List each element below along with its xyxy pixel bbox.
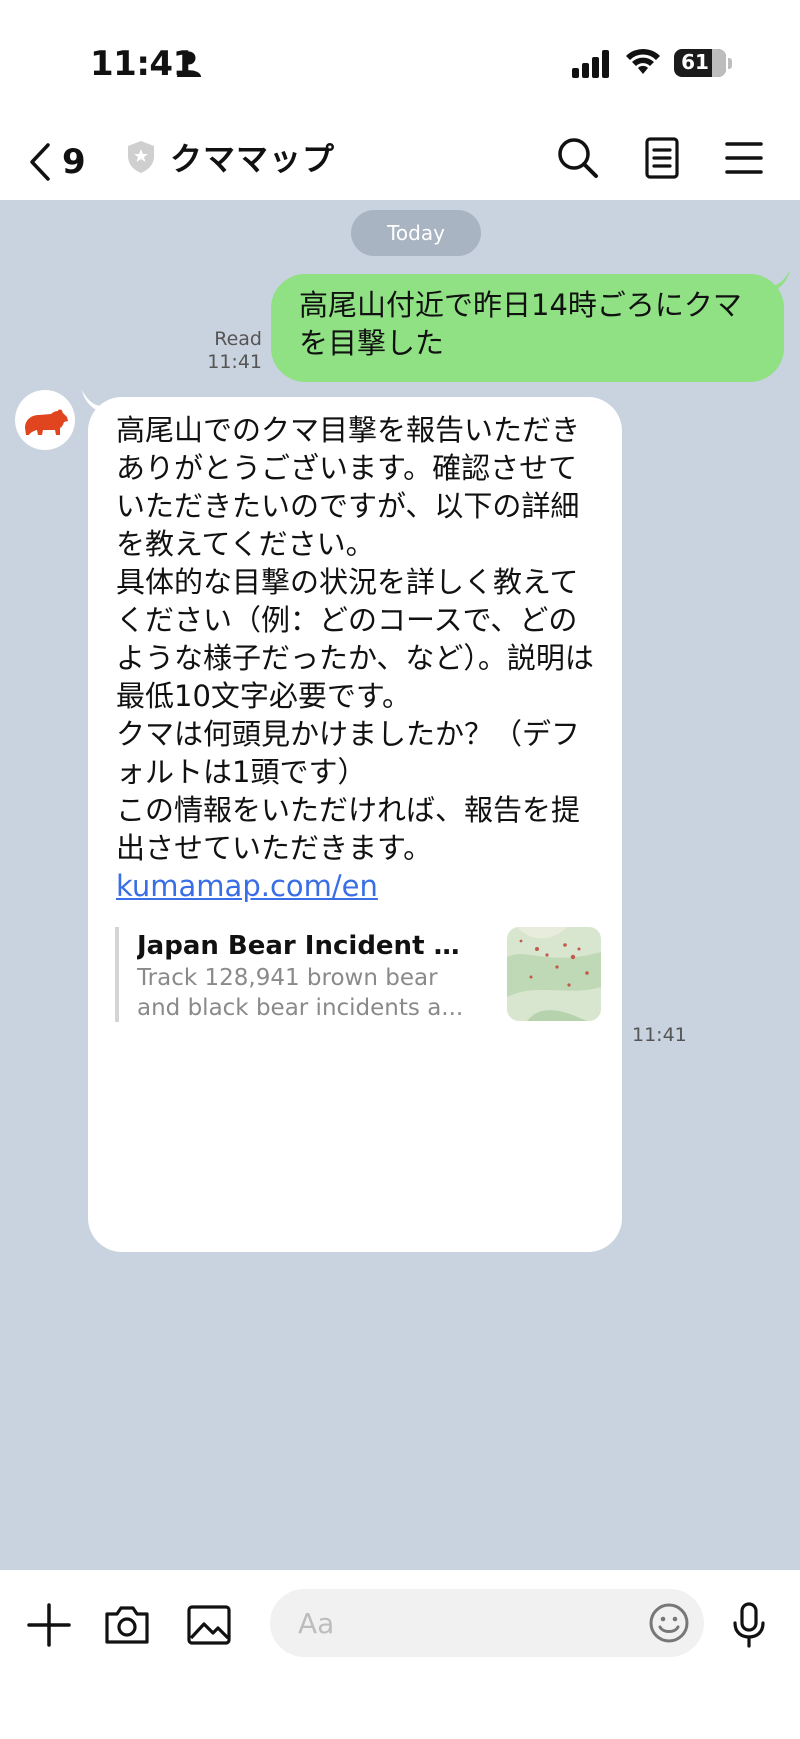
outgoing-time: 11:41 [207,351,262,373]
add-button[interactable] [24,1600,74,1650]
microphone-icon [733,1602,765,1648]
bot-avatar[interactable] [15,390,75,450]
date-divider: Today [351,210,481,256]
wifi-icon [626,48,660,74]
battery-tip [728,58,732,69]
image-button[interactable] [184,1600,234,1650]
image-icon [187,1605,231,1645]
preview-description: Track 128,941 brown bear and black bear … [137,963,467,1023]
preview-description-line: and black bear incidents a... [137,995,464,1021]
preview-accent-bar [115,927,119,1022]
message-link[interactable]: kumamap.com/en [116,867,594,905]
emoji-button[interactable] [648,1602,690,1644]
menu-icon [725,142,763,174]
read-label: Read [214,328,262,350]
input-bar [0,1570,800,1739]
unread-count: 9 [62,142,86,182]
chat-header: 9 クママップ [0,120,800,200]
bear-icon [25,409,68,435]
outgoing-message[interactable]: 高尾山付近で昨日14時ごろにクマを目撃した [271,274,784,382]
link-preview-card[interactable]: Japan Bear Incident M... Track 128,941 b… [115,927,601,1027]
battery-percent: 61 [681,50,709,74]
person-icon [177,51,201,77]
incoming-time: 11:41 [632,1024,687,1046]
smiley-icon [649,1603,689,1643]
search-button[interactable] [554,134,602,182]
read-receipt: Read 11:41 [200,328,262,374]
cellular-signal-icon [572,50,609,78]
shield-icon [128,141,154,173]
message-input[interactable] [270,1589,704,1657]
search-icon [558,138,598,178]
chat-title: クママップ [170,140,336,178]
preview-title: Japan Bear Incident M... [137,931,467,961]
notes-button[interactable] [638,134,686,182]
battery-indicator: 61 [674,49,726,77]
back-button[interactable]: 9 [28,140,108,184]
preview-thumbnail-map [507,927,601,1021]
notes-icon [645,137,679,179]
voice-button[interactable] [724,1600,774,1650]
status-bar: 11:41 61 [0,0,800,120]
menu-button[interactable] [720,134,768,182]
camera-icon [105,1606,149,1644]
preview-description-line: Track 128,941 brown bear [137,965,438,991]
plus-icon [27,1603,71,1647]
camera-button[interactable] [102,1600,152,1650]
chevron-left-icon [30,143,50,181]
chat-area[interactable]: Today Read 11:41 高尾山付近で昨日14時ごろにクマを目撃した 高… [0,200,800,1570]
incoming-message[interactable]: 高尾山でのクマ目撃を報告いただきありがとうございます。確認させていただきたいので… [88,397,622,1252]
incoming-message-text: 高尾山でのクマ目撃を報告いただきありがとうございます。確認させていただきたいので… [116,413,594,865]
